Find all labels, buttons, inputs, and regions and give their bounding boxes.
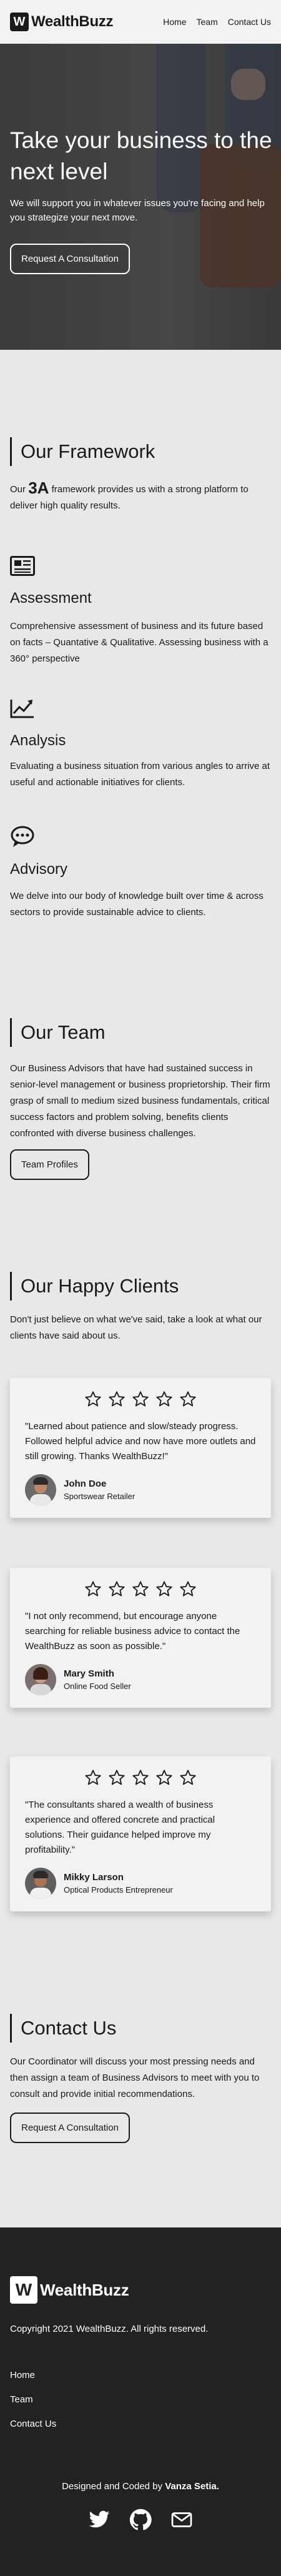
team-title: Our Team	[21, 1021, 106, 1043]
brand-logo[interactable]: W WealthBuzz	[10, 12, 114, 31]
testimonial-quote: "The consultants shared a wealth of busi…	[25, 1800, 215, 1855]
footer-link-team[interactable]: Team	[10, 2394, 56, 2405]
logo-text: WealthBuzz	[31, 13, 114, 30]
contact-consultation-button[interactable]: Request A Consultation	[10, 2113, 130, 2143]
star-icon	[155, 1769, 173, 1786]
footer-logo-text: WealthBuzz	[40, 2280, 129, 2299]
author-role: Online Food Seller	[64, 1682, 131, 1691]
star-icon	[84, 1390, 102, 1408]
site-header: W WealthBuzz Home Team Contact Us	[0, 0, 281, 44]
contact-heading: Contact Us	[10, 2014, 116, 2043]
testimonial-card: "Learned about patience and slow/steady …	[10, 1378, 271, 1518]
testimonial-author: John Doe Sportswear Retailer	[25, 1474, 256, 1505]
framework-intro-start: Our	[10, 484, 29, 495]
feature-text-assessment: Comprehensive assessment of business and…	[10, 621, 269, 664]
author-role: Optical Products Entrepreneur	[64, 1885, 173, 1895]
star-icon	[132, 1769, 149, 1786]
newspaper-icon	[10, 556, 35, 579]
nav-home[interactable]: Home	[163, 17, 186, 27]
star-rating	[25, 1580, 256, 1598]
avatar	[25, 1474, 56, 1505]
framework-heading: Our Framework	[10, 437, 155, 466]
star-rating	[25, 1769, 256, 1786]
copyright-text: Copyright 2021 WealthBuzz. All rights re…	[10, 2324, 209, 2334]
feature-text-advisory: We delve into our body of knowledge buil…	[10, 891, 264, 918]
star-rating	[25, 1390, 256, 1408]
footer-link-home[interactable]: Home	[10, 2370, 56, 2380]
twitter-icon[interactable]	[88, 2509, 111, 2534]
avatar	[25, 1868, 56, 1899]
avatar	[25, 1664, 56, 1695]
contact-title: Contact Us	[21, 2017, 117, 2039]
clients-intro: Don't just believe on what we've said, t…	[10, 1314, 262, 1341]
clients-heading: Our Happy Clients	[10, 1272, 179, 1300]
testimonial-card: "I not only recommend, but encourage any…	[10, 1568, 271, 1708]
hero-content: Take your business to the next level We …	[10, 125, 272, 274]
feature-title-analysis: Analysis	[10, 732, 66, 749]
team-text: Our Business Advisors that have had sust…	[10, 1063, 270, 1139]
heading-bar	[10, 2014, 12, 2043]
social-links	[0, 2509, 281, 2534]
footer-logo[interactable]: W WealthBuzz	[10, 2276, 129, 2304]
author-name: John Doe	[64, 1479, 107, 1489]
credit-text: Designed and Coded by Vanza Setia.	[0, 2481, 281, 2492]
testimonial-author: Mary Smith Online Food Seller	[25, 1664, 256, 1695]
testimonial-card: "The consultants shared a wealth of busi…	[10, 1756, 271, 1911]
logo-mark: W	[10, 12, 29, 31]
hero-consultation-button[interactable]: Request A Consultation	[10, 244, 130, 274]
credit-author[interactable]: Vanza Setia.	[165, 2481, 219, 2492]
star-icon	[84, 1769, 102, 1786]
heading-bar	[10, 1018, 12, 1047]
heading-bar	[10, 1272, 12, 1300]
site-footer: W WealthBuzz Copyright 2021 WealthBuzz. …	[0, 2227, 281, 2576]
star-icon	[132, 1580, 149, 1598]
star-icon	[108, 1769, 126, 1786]
testimonial-quote: "I not only recommend, but encourage any…	[25, 1611, 240, 1652]
team-profiles-button[interactable]: Team Profiles	[10, 1149, 89, 1180]
hero-subtitle: We will support you in whatever issues y…	[10, 198, 265, 223]
star-icon	[108, 1390, 126, 1408]
nav-contact[interactable]: Contact Us	[228, 17, 271, 27]
github-icon[interactable]	[129, 2509, 152, 2534]
nav-team[interactable]: Team	[197, 17, 218, 27]
main-nav: Home Team Contact Us	[163, 17, 271, 27]
contact-text: Our Coordinator will discuss your most p…	[10, 2056, 260, 2099]
star-icon	[155, 1580, 173, 1598]
chat-bubble-icon	[10, 826, 35, 851]
star-icon	[108, 1580, 126, 1598]
footer-link-contact[interactable]: Contact Us	[10, 2419, 56, 2429]
footer-nav: Home Team Contact Us	[10, 2370, 56, 2443]
star-icon	[132, 1390, 149, 1408]
feature-title-advisory: Advisory	[10, 861, 68, 878]
star-icon	[179, 1390, 197, 1408]
clients-title: Our Happy Clients	[21, 1275, 179, 1297]
feature-text-analysis: Evaluating a business situation from var…	[10, 761, 270, 788]
star-icon	[179, 1769, 197, 1786]
framework-intro: Our 3A framework provides us with a stro…	[10, 480, 272, 514]
framework-title: Our Framework	[21, 440, 155, 462]
star-icon	[179, 1580, 197, 1598]
testimonial-author: Mikky Larson Optical Products Entreprene…	[25, 1868, 256, 1899]
team-heading: Our Team	[10, 1018, 106, 1047]
author-name: Mary Smith	[64, 1668, 114, 1679]
hero-title: Take your business to the next level	[10, 127, 272, 184]
feature-title-assessment: Assessment	[10, 590, 92, 607]
author-role: Sportswear Retailer	[64, 1492, 136, 1501]
hero-section: Take your business to the next level We …	[0, 44, 281, 350]
star-icon	[155, 1390, 173, 1408]
footer-logo-mark: W	[10, 2276, 37, 2304]
testimonial-quote: "Learned about patience and slow/steady …	[25, 1421, 256, 1462]
mail-icon[interactable]	[170, 2509, 193, 2534]
star-icon	[84, 1580, 102, 1598]
author-name: Mikky Larson	[64, 1872, 124, 1883]
framework-3a: 3A	[28, 478, 49, 497]
credit-prefix: Designed and Coded by	[62, 2481, 165, 2492]
heading-bar	[10, 437, 12, 466]
trending-up-icon	[10, 697, 35, 721]
